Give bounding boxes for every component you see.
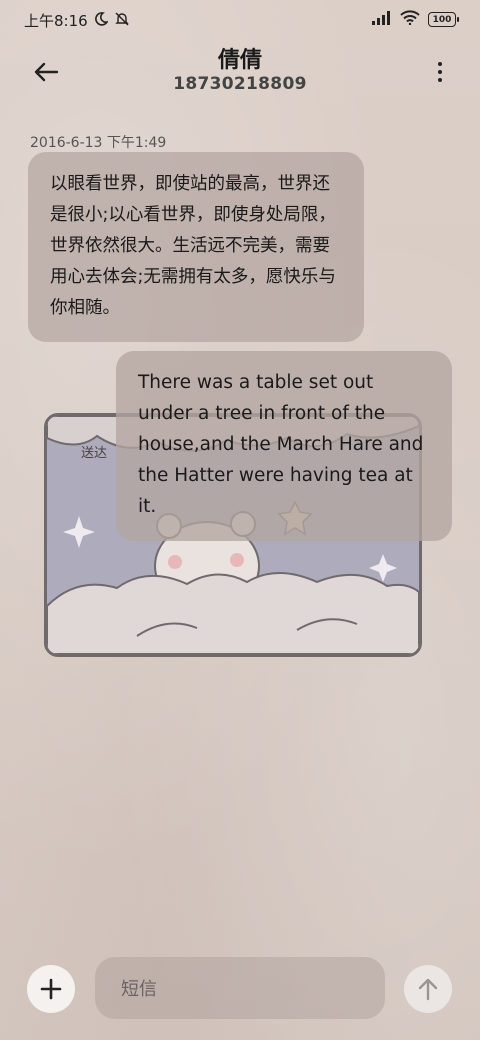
status-time: 上午8:16 <box>24 12 88 30</box>
outgoing-message-bubble[interactable]: There was a table set out under a tree i… <box>116 351 452 541</box>
message-input[interactable]: 短信 <box>95 957 385 1019</box>
contact-number: 18730218809 <box>173 74 307 94</box>
message-composer: 短信 <box>0 935 480 1040</box>
signal-icon <box>372 10 392 29</box>
incoming-message-bubble[interactable]: 以眼看世界，即使站的最高，世界还是很小;以心看世界，即使身处局限，世界依然很大。… <box>28 152 364 342</box>
more-vertical-icon[interactable] <box>430 56 450 88</box>
conversation-header: 倩倩 18730218809 <box>0 40 480 110</box>
message-timestamp: 2016-6-13 下午1:49 <box>30 135 167 151</box>
contact-name: 倩倩 <box>217 48 262 73</box>
plus-icon[interactable] <box>27 965 75 1013</box>
message-input-placeholder: 短信 <box>121 979 157 1000</box>
moon-icon <box>94 11 109 30</box>
wifi-icon <box>400 10 420 29</box>
status-left: 上午8:16 <box>24 10 130 31</box>
status-bar: 上午8:16 100 <box>0 0 480 40</box>
sticker-label: 送达 <box>81 446 108 461</box>
status-right: 100 <box>372 10 459 29</box>
send-arrow-up-icon[interactable] <box>404 965 452 1013</box>
muted-bell-icon <box>114 11 130 31</box>
battery-indicator: 100 <box>428 12 459 27</box>
